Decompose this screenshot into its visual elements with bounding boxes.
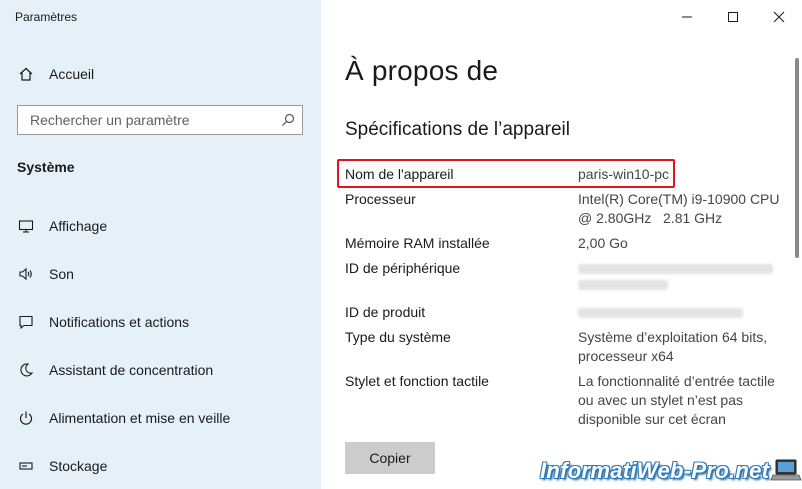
sidebar-item-focus-assist[interactable]: Assistant de concentration xyxy=(0,352,321,388)
power-icon xyxy=(17,409,35,427)
speaker-icon xyxy=(17,265,35,283)
laptop-logo-icon xyxy=(770,459,802,481)
sidebar-item-label: Alimentation et mise en veille xyxy=(49,410,231,426)
spec-value: 2,00 Go xyxy=(578,235,628,251)
spec-value-line: Système d’exploitation 64 bits, xyxy=(578,329,768,345)
sidebar-item-label: Stockage xyxy=(49,458,108,474)
sidebar-item-home[interactable]: Accueil xyxy=(0,56,321,92)
spec-value: Système d’exploitation 64 bits, processe… xyxy=(578,328,783,366)
search-box[interactable] xyxy=(17,105,303,135)
section-title: Spécifications de l’appareil xyxy=(345,119,570,140)
spec-value-line: @ 2.80GHz 2.81 GHz xyxy=(578,210,723,226)
sidebar-item-label: Notifications et actions xyxy=(49,314,190,330)
window-title: Paramètres xyxy=(15,10,78,24)
spec-value-line: disponible sur cet écran xyxy=(578,411,726,427)
device-name-highlight xyxy=(337,159,675,188)
spec-label: ID de périphérique xyxy=(345,260,461,276)
sidebar: Paramètres Accueil Système Affichage So xyxy=(0,0,321,489)
redacted-value xyxy=(578,280,668,290)
sidebar-item-display[interactable]: Affichage xyxy=(0,208,321,244)
notification-icon xyxy=(17,313,35,331)
redacted-value xyxy=(578,264,773,274)
sidebar-item-storage[interactable]: Stockage xyxy=(0,448,321,484)
watermark-text: InformatiWeb-Pro.net xyxy=(540,458,770,483)
spec-value-line: ou avec un stylet n’est pas xyxy=(578,392,743,408)
spec-row-product-id: ID de produit xyxy=(345,303,785,323)
sidebar-item-power[interactable]: Alimentation et mise en veille xyxy=(0,400,321,436)
spec-value: Intel(R) Core(TM) i9-10900 CPU @ 2.80GHz… xyxy=(578,190,783,228)
spec-label: Type du système xyxy=(345,329,451,345)
sidebar-item-label: Accueil xyxy=(49,66,95,82)
redacted-value xyxy=(578,308,743,318)
spec-value-line: La fonctionnalité d’entrée tactile xyxy=(578,373,775,389)
sidebar-item-label: Assistant de concentration xyxy=(49,362,214,378)
copy-button[interactable]: Copier xyxy=(345,442,435,474)
monitor-icon xyxy=(17,217,35,235)
storage-icon xyxy=(17,457,35,475)
spec-value: La fonctionnalité d’entrée tactile ou av… xyxy=(578,372,783,429)
spec-label: Mémoire RAM installée xyxy=(345,235,490,251)
settings-window: Paramètres Accueil Système Affichage So xyxy=(0,0,802,489)
spec-value-line: processeur x64 xyxy=(578,348,674,364)
spec-label: ID de produit xyxy=(345,304,426,320)
sidebar-section-title: Système xyxy=(17,159,75,175)
spec-label: Processeur xyxy=(345,191,416,207)
search-input[interactable] xyxy=(28,111,280,129)
home-icon xyxy=(17,65,35,83)
search-icon[interactable] xyxy=(280,112,296,128)
sidebar-item-notifications[interactable]: Notifications et actions xyxy=(0,304,321,340)
sidebar-item-label: Son xyxy=(49,266,74,282)
sidebar-item-sound[interactable]: Son xyxy=(0,256,321,292)
spec-label: Stylet et fonction tactile xyxy=(345,373,489,389)
sidebar-item-label: Affichage xyxy=(49,218,108,234)
moon-icon xyxy=(17,361,35,379)
spec-row-device-id: ID de périphérique xyxy=(345,259,785,299)
spec-value-line: Intel(R) Core(TM) i9-10900 CPU xyxy=(578,191,780,207)
page-title: À propos de xyxy=(345,55,499,86)
main-content: À propos de Spécifications de l’appareil… xyxy=(345,0,785,489)
scrollbar[interactable] xyxy=(795,58,799,258)
